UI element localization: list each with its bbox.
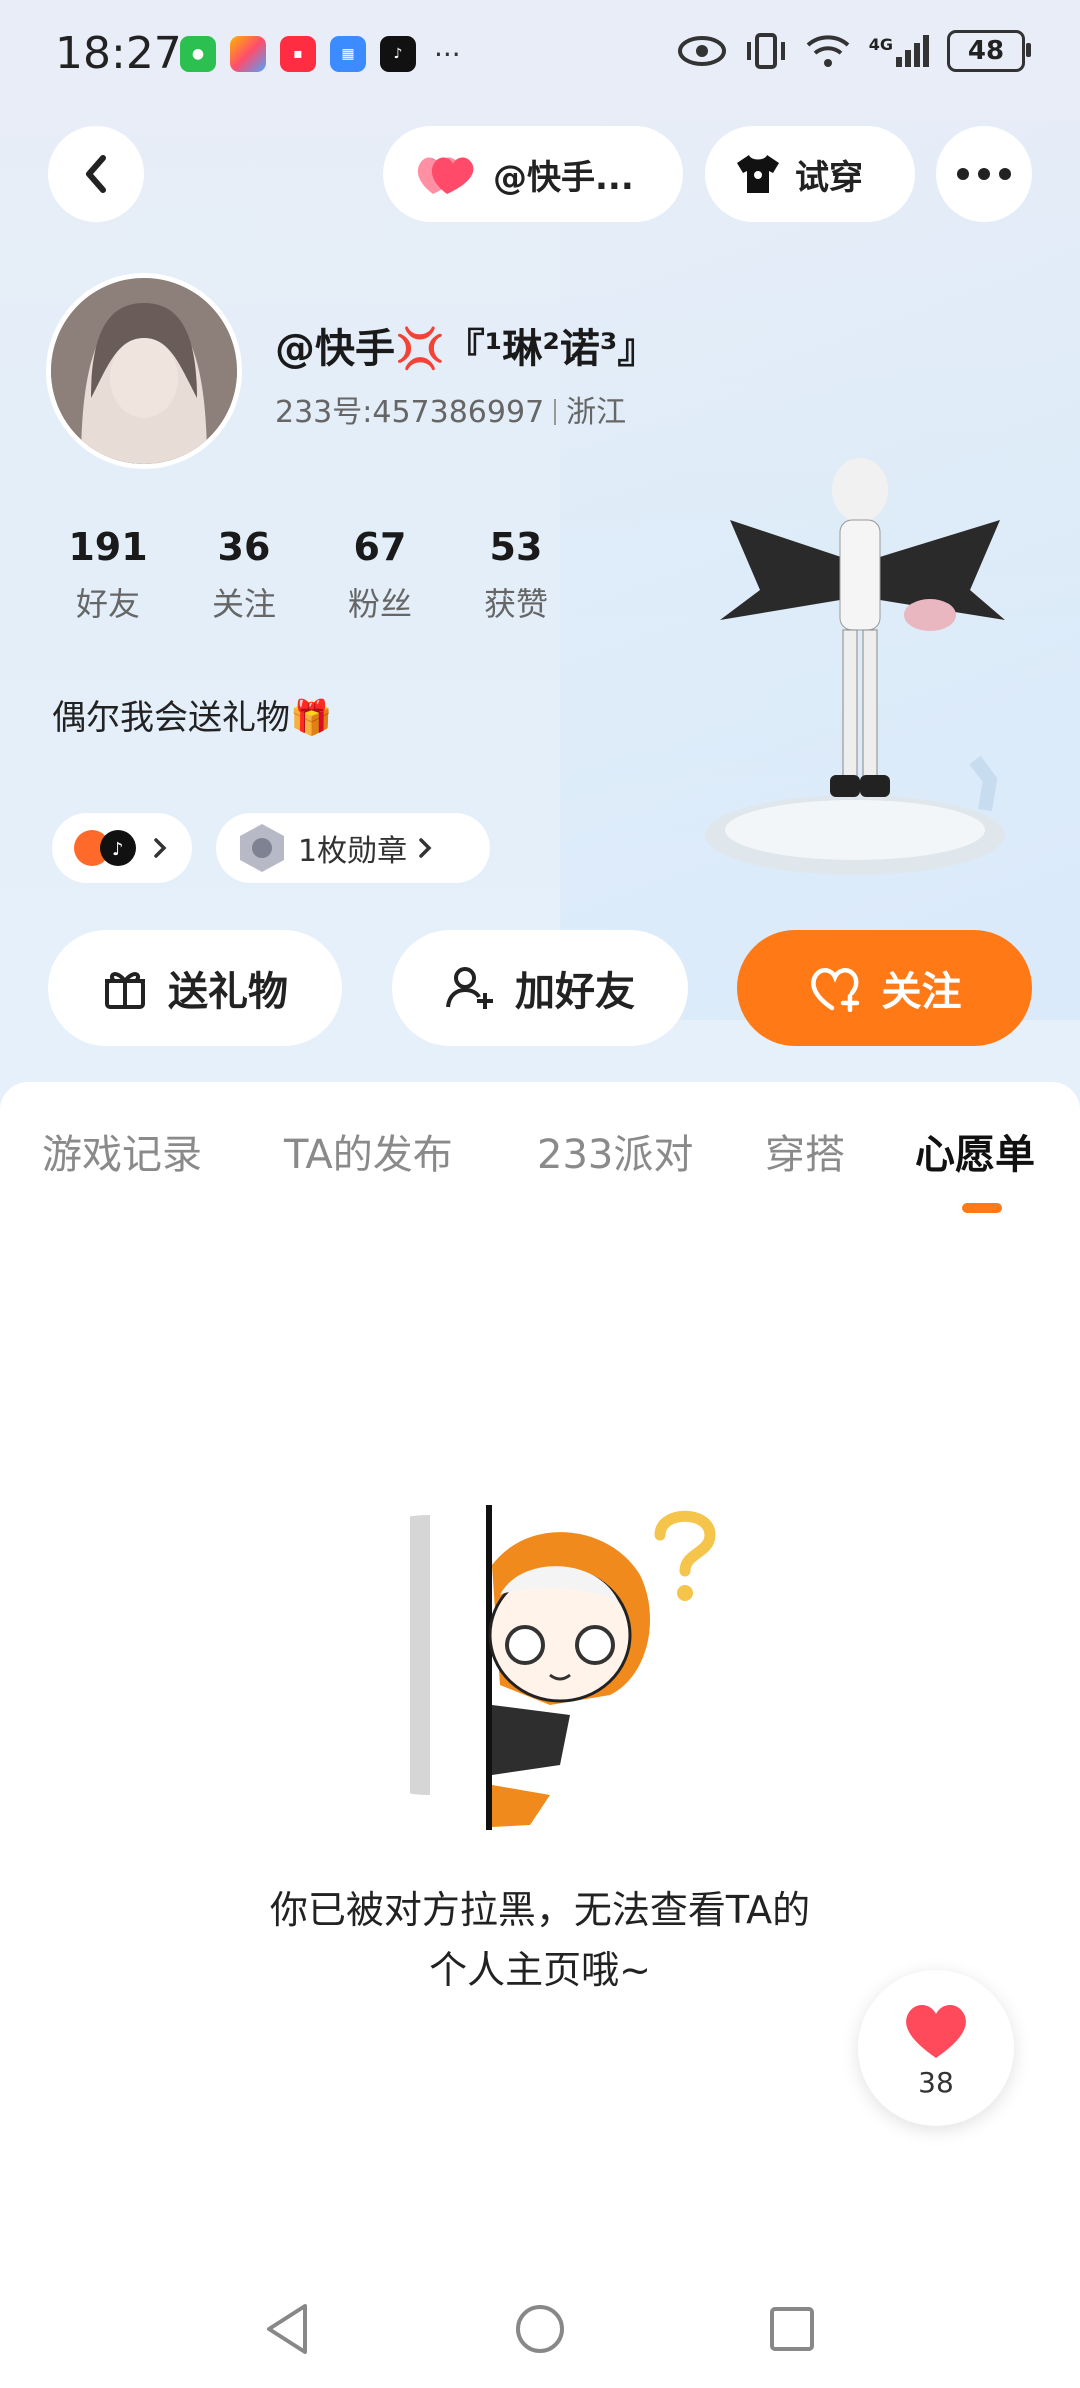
stat-label: 获赞	[483, 585, 548, 623]
eye-icon	[677, 36, 726, 66]
linked-accounts-chip[interactable]: ♪	[52, 813, 192, 883]
stat-label: 好友	[75, 585, 140, 623]
calendar-icon: ▦	[330, 36, 366, 72]
blocked-message-line1: 你已被对方拉黑，无法查看TA的	[269, 1888, 811, 1932]
try-on-button[interactable]: 试穿	[705, 126, 915, 222]
more-button[interactable]	[936, 126, 1032, 222]
status-bar: 18:27 ● ▪ ▦ ♪ ··· 4G 48	[0, 0, 1080, 110]
stat-following[interactable]: 36 关注	[176, 525, 312, 625]
id-divider	[554, 399, 557, 425]
chevron-right-icon	[154, 838, 167, 858]
tab-posts[interactable]: TA的发布	[284, 1122, 453, 1180]
stat-number: 67	[353, 525, 407, 569]
stat-number: 36	[217, 525, 271, 569]
follow-label: 关注	[881, 969, 962, 1015]
add-friend-button[interactable]: 加好友	[392, 930, 688, 1046]
profile-stats: 191 好友 36 关注 67 粉丝 53 获赞	[40, 525, 584, 625]
nav-back-icon[interactable]	[263, 2302, 313, 2356]
lover-button[interactable]: @快手...	[383, 126, 683, 222]
stat-number: 191	[68, 525, 148, 569]
svg-text:♪: ♪	[112, 839, 124, 860]
add-friend-label: 加好友	[515, 969, 635, 1015]
nav-home-icon[interactable]	[513, 2302, 567, 2356]
badge-chip[interactable]: 1枚勋章	[216, 813, 490, 883]
profile-id-line: 233号:457386997 浙江	[275, 387, 626, 431]
lover-label: @快手...	[493, 157, 634, 198]
stat-likes[interactable]: 53 获赞	[448, 525, 584, 625]
back-button[interactable]	[48, 126, 144, 222]
profile-region: 浙江	[566, 395, 627, 430]
nav-recents-icon[interactable]	[767, 2304, 817, 2354]
gift-icon	[105, 972, 145, 1009]
profile-name: @快手💢『¹琳²诺³』	[275, 326, 658, 372]
avatar-photo	[51, 278, 237, 464]
chevron-right-icon	[419, 838, 432, 858]
tab-game-records[interactable]: 游戏记录	[42, 1122, 202, 1180]
linked-apps-icon: ♪	[74, 830, 136, 866]
badge-label: 1枚勋章	[298, 834, 408, 869]
wifi-icon	[806, 35, 850, 67]
douyin-icon: ♪	[380, 36, 416, 72]
more-notifications: ···	[434, 37, 461, 71]
like-button[interactable]: 38	[858, 1970, 1014, 2126]
avatar[interactable]	[46, 273, 242, 469]
stat-fans[interactable]: 67 粉丝	[312, 525, 448, 625]
medal-icon	[240, 824, 284, 872]
wechat-icon: ●	[180, 36, 216, 72]
notification-icons: ● ▪ ▦ ♪ ···	[180, 36, 461, 72]
xiaohongshu-icon: ▪	[280, 36, 316, 72]
double-heart-icon	[417, 157, 474, 194]
more-dots-icon	[957, 168, 1011, 180]
signal-icon: 4G	[869, 35, 929, 67]
vibrate-icon	[746, 33, 785, 69]
tab-party[interactable]: 233派对	[537, 1122, 693, 1180]
multicolor-app-icon	[230, 36, 266, 72]
profile-bio: 偶尔我会送礼物🎁	[52, 698, 333, 738]
tab-wishlist[interactable]: 心愿单	[915, 1122, 1035, 1180]
send-gift-label: 送礼物	[168, 969, 288, 1015]
profile-tabs: 游戏记录 TA的发布 233派对 穿搭 心愿单	[0, 1082, 1080, 1202]
avatar-3d-figure[interactable]	[700, 440, 1020, 890]
system-nav-bar	[0, 2270, 1080, 2388]
stat-label: 关注	[211, 585, 276, 623]
send-gift-button[interactable]: 送礼物	[48, 930, 342, 1046]
system-icons: 4G 48	[677, 30, 1031, 72]
blocked-illustration	[290, 1505, 730, 1835]
heart-plus-icon	[810, 968, 859, 1012]
profile-id: 233号:457386997	[275, 395, 545, 430]
active-tab-indicator	[962, 1203, 1002, 1213]
heart-icon	[906, 2004, 966, 2058]
chevron-left-icon	[86, 155, 106, 193]
stat-number: 53	[489, 525, 543, 569]
status-time: 18:27	[55, 28, 182, 79]
tab-outfits[interactable]: 穿搭	[765, 1122, 845, 1180]
tshirt-icon	[737, 155, 779, 193]
add-user-icon	[446, 967, 493, 1009]
battery-indicator: 48	[947, 30, 1031, 72]
like-count: 38	[918, 2065, 954, 2099]
follow-button[interactable]: 关注	[737, 930, 1032, 1046]
stat-label: 粉丝	[347, 585, 412, 623]
stat-friends[interactable]: 191 好友	[40, 525, 176, 625]
try-on-label: 试穿	[795, 157, 863, 198]
